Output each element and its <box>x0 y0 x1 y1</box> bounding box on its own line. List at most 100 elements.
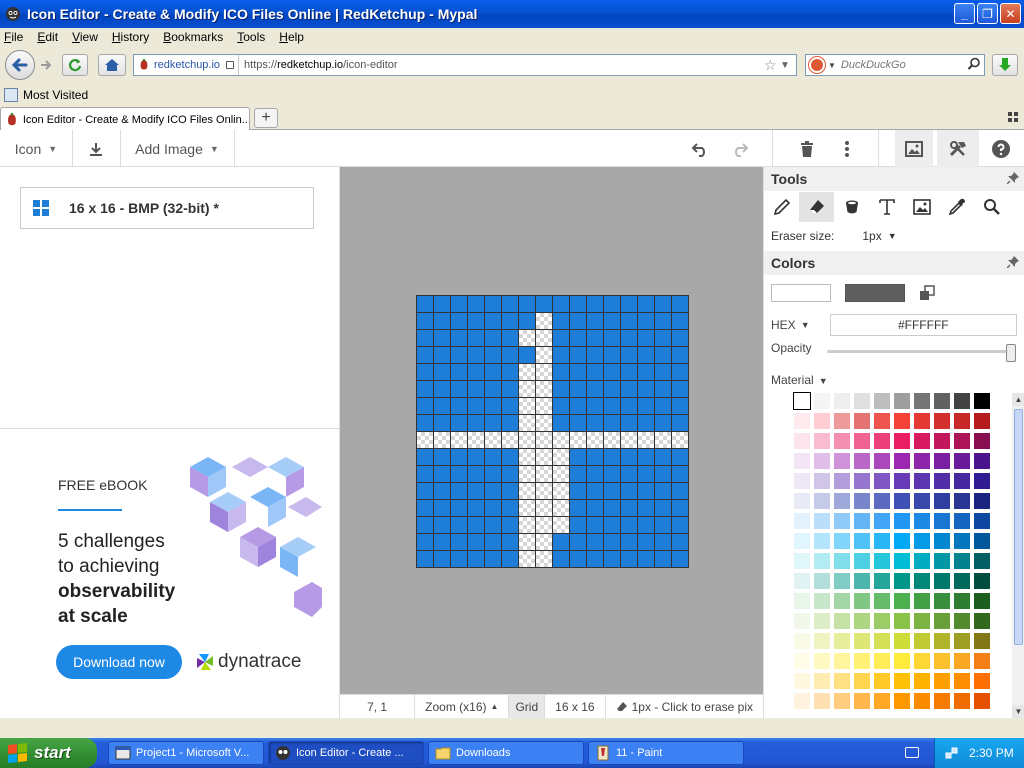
download-icon-button[interactable] <box>72 130 120 167</box>
palette-swatch[interactable] <box>894 453 910 469</box>
palette-swatch[interactable] <box>934 493 950 509</box>
pixel[interactable] <box>638 364 654 380</box>
pixel[interactable] <box>570 330 586 346</box>
palette-swatch[interactable] <box>934 573 950 589</box>
pixel[interactable] <box>604 517 620 533</box>
palette-swatch[interactable] <box>814 453 830 469</box>
palette-swatch[interactable] <box>934 593 950 609</box>
palette-swatch[interactable] <box>794 593 810 609</box>
palette-swatch[interactable] <box>934 653 950 669</box>
pixel[interactable] <box>485 313 501 329</box>
pixel[interactable] <box>672 347 688 363</box>
pixel[interactable] <box>485 364 501 380</box>
pixel[interactable] <box>468 296 484 312</box>
palette-swatch[interactable] <box>834 473 850 489</box>
pixel[interactable] <box>536 364 552 380</box>
pixel[interactable] <box>485 500 501 516</box>
palette-swatch[interactable] <box>874 653 890 669</box>
pixel[interactable] <box>536 415 552 431</box>
pixel[interactable] <box>638 466 654 482</box>
pixel[interactable] <box>468 398 484 414</box>
eraser-tool[interactable] <box>799 192 834 222</box>
palette-swatch[interactable] <box>854 433 870 449</box>
pixel[interactable] <box>570 500 586 516</box>
palette-swatch[interactable] <box>874 433 890 449</box>
pixel[interactable] <box>536 483 552 499</box>
pixel[interactable] <box>451 347 467 363</box>
pixel[interactable] <box>672 500 688 516</box>
pencil-tool[interactable] <box>764 192 799 222</box>
menu-view[interactable]: View <box>72 30 98 44</box>
pixel[interactable] <box>621 534 637 550</box>
restore-button[interactable]: ❐ <box>977 3 998 24</box>
palette-swatch[interactable] <box>914 433 930 449</box>
pixel[interactable] <box>621 364 637 380</box>
primary-color-swatch[interactable] <box>771 284 831 302</box>
minimize-button[interactable]: _ <box>954 3 975 24</box>
palette-swatch[interactable] <box>914 593 930 609</box>
pixel[interactable] <box>638 534 654 550</box>
palette-swatch[interactable] <box>854 513 870 529</box>
palette-swatch[interactable] <box>814 593 830 609</box>
pixel[interactable] <box>604 551 620 567</box>
palette-swatch[interactable] <box>874 593 890 609</box>
palette-swatch[interactable] <box>934 533 950 549</box>
pixel[interactable] <box>502 449 518 465</box>
palette-swatch[interactable] <box>914 553 930 569</box>
palette-swatch[interactable] <box>974 573 990 589</box>
pixel[interactable] <box>417 500 433 516</box>
pixel[interactable] <box>553 466 569 482</box>
palette-swatch[interactable] <box>854 533 870 549</box>
undo-button[interactable] <box>682 130 718 167</box>
zoom-selector[interactable]: Zoom (x16) ▲ <box>415 695 510 718</box>
pixel[interactable] <box>638 330 654 346</box>
palette-swatch[interactable] <box>874 693 890 709</box>
pixel[interactable] <box>451 415 467 431</box>
palette-swatch[interactable] <box>874 493 890 509</box>
palette-swatch[interactable] <box>854 553 870 569</box>
palette-selector[interactable]: Material ▼ <box>771 373 828 387</box>
palette-swatch[interactable] <box>954 453 970 469</box>
palette-swatch[interactable] <box>934 413 950 429</box>
palette-swatch[interactable] <box>894 473 910 489</box>
palette-swatch[interactable] <box>954 413 970 429</box>
pixel[interactable] <box>434 517 450 533</box>
palette-swatch[interactable] <box>954 593 970 609</box>
palette-swatch[interactable] <box>974 533 990 549</box>
pixel[interactable] <box>451 449 467 465</box>
pixel[interactable] <box>655 415 671 431</box>
palette-swatch[interactable] <box>854 493 870 509</box>
palette-swatch[interactable] <box>794 573 810 589</box>
palette-swatch[interactable] <box>974 513 990 529</box>
menu-file[interactable]: File <box>4 30 23 44</box>
palette-swatch[interactable] <box>854 673 870 689</box>
pixel[interactable] <box>417 313 433 329</box>
pixel[interactable] <box>417 551 433 567</box>
pixel[interactable] <box>672 534 688 550</box>
palette-swatch[interactable] <box>874 573 890 589</box>
duckduckgo-icon[interactable] <box>809 57 825 73</box>
downloads-button[interactable] <box>992 54 1018 76</box>
pixel[interactable] <box>468 432 484 448</box>
pixel[interactable] <box>502 347 518 363</box>
palette-swatch[interactable] <box>794 633 810 649</box>
pixel[interactable] <box>519 534 535 550</box>
palette-swatch[interactable] <box>814 693 830 709</box>
pixel[interactable] <box>519 381 535 397</box>
palette-swatch[interactable] <box>794 653 810 669</box>
canvas-area[interactable] <box>340 167 763 694</box>
palette-swatch[interactable] <box>914 693 930 709</box>
pixel[interactable] <box>485 483 501 499</box>
pixel[interactable] <box>434 381 450 397</box>
pixel[interactable] <box>468 517 484 533</box>
palette-swatch[interactable] <box>974 453 990 469</box>
pixel[interactable] <box>519 500 535 516</box>
palette-swatch[interactable] <box>814 673 830 689</box>
pixel[interactable] <box>468 500 484 516</box>
pixel[interactable] <box>468 483 484 499</box>
pixel[interactable] <box>519 449 535 465</box>
ad-download-button[interactable]: Download now <box>56 645 182 679</box>
palette-swatch[interactable] <box>914 613 930 629</box>
pixel[interactable] <box>553 551 569 567</box>
menu-help[interactable]: Help <box>279 30 304 44</box>
